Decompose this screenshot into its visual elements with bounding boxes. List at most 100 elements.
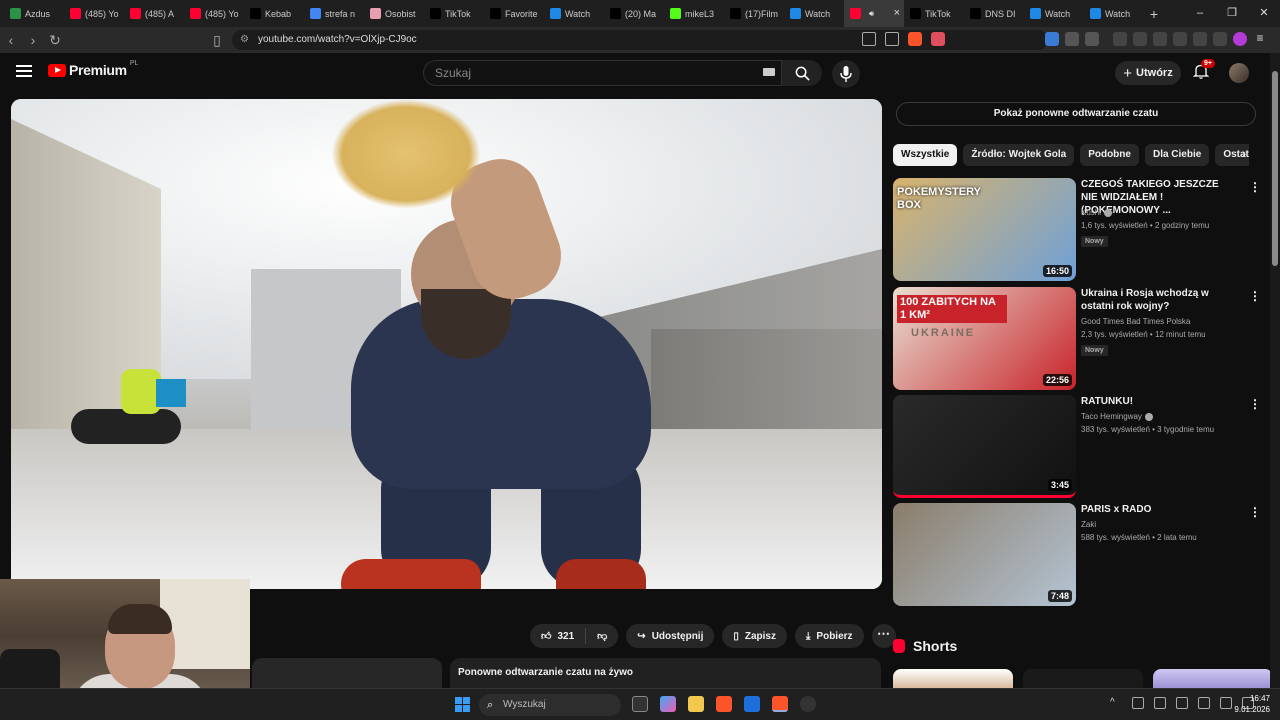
task-view-icon[interactable] <box>632 696 648 712</box>
more-vert-icon[interactable]: ⋮ <box>1249 289 1261 303</box>
tab[interactable]: (20) Ma <box>604 0 664 27</box>
video-player[interactable] <box>11 99 882 589</box>
tray-network-icon[interactable] <box>1220 697 1232 709</box>
reading-list-icon[interactable] <box>1085 32 1099 46</box>
channel-name[interactable]: Zaki <box>1081 520 1096 529</box>
brave-shields-icon[interactable] <box>908 32 922 46</box>
window-close-icon[interactable]: ✕ <box>1248 0 1280 27</box>
more-vert-icon[interactable]: ⋮ <box>1249 180 1261 194</box>
voice-search-button[interactable] <box>832 60 860 88</box>
show-chat-replay-button[interactable]: Pokaż ponowne odtwarzanie czatu <box>896 102 1256 126</box>
video-thumbnail[interactable]: 100 ZABITYCH NA 1 KM² UKRAINE 22:56 <box>893 287 1076 390</box>
short-thumbnail[interactable] <box>1153 669 1273 689</box>
more-vert-icon[interactable]: ⋮ <box>1249 505 1261 519</box>
restore-icon[interactable]: ❐ <box>1216 0 1248 27</box>
share-page-icon[interactable] <box>885 32 899 46</box>
more-vert-icon[interactable]: ⋮ <box>1249 397 1261 411</box>
forward-icon[interactable]: › <box>22 32 44 48</box>
scrollbar-thumb[interactable] <box>1272 71 1278 266</box>
brave-icon[interactable] <box>716 696 732 712</box>
copilot-icon[interactable] <box>660 696 676 712</box>
extensions-puzzle-icon[interactable] <box>1065 32 1079 46</box>
tab[interactable]: Azdus <box>4 0 64 27</box>
youtube-premium-logo[interactable]: Premium PL <box>48 60 138 78</box>
reload-icon[interactable]: ↻ <box>44 32 66 49</box>
tab[interactable]: strefa n <box>304 0 364 27</box>
tray-display-icon[interactable] <box>1176 697 1188 709</box>
bookmark-icon[interactable]: ▯ <box>206 32 228 49</box>
recommended-video[interactable]: 100 ZABITYCH NA 1 KM² UKRAINE 22:56 Ukraina… <box>893 287 1273 391</box>
tray-mic-icon[interactable] <box>1198 697 1210 709</box>
speaker-icon[interactable]: 🔊︎ <box>869 9 874 19</box>
sidebar-icon[interactable] <box>1153 32 1167 46</box>
live-chat-replay-panel[interactable]: Ponowne odtwarzanie czatu na żywo <box>450 658 881 688</box>
search-input[interactable]: Szukaj <box>423 60 782 86</box>
tab[interactable]: Favorite <box>484 0 544 27</box>
account-avatar[interactable] <box>1229 63 1249 83</box>
download-icon[interactable] <box>1113 32 1127 46</box>
app-icon[interactable] <box>800 696 816 712</box>
channel-name[interactable]: Taco Hemingway <box>1081 412 1153 421</box>
brave-rewards-icon[interactable] <box>931 32 945 46</box>
minimize-icon[interactable]: – <box>1184 0 1216 27</box>
short-thumbnail[interactable] <box>1023 669 1143 689</box>
filter-chip[interactable]: Źródło: Wojtek Gola <box>963 144 1075 166</box>
recommended-video[interactable]: 3:45 RATUNKU! Taco Hemingway 383 tys. wyświ… <box>893 395 1273 499</box>
tab[interactable]: Watch <box>1024 0 1084 27</box>
leo-icon[interactable] <box>1193 32 1207 46</box>
tab[interactable]: TikTok <box>904 0 964 27</box>
close-tab-icon[interactable]: × <box>894 7 900 19</box>
save-button[interactable]: ▯ Zapisz <box>722 624 787 648</box>
browser-menu-icon[interactable]: ≡ <box>1253 32 1267 46</box>
site-settings-icon[interactable]: ⚙ <box>240 30 249 50</box>
share-button[interactable]: ↪ Udostępnij <box>626 624 715 648</box>
hamburger-menu-icon[interactable] <box>16 65 32 77</box>
tab[interactable]: Osobist <box>364 0 424 27</box>
extension-icon[interactable] <box>1045 32 1059 46</box>
like-button[interactable]: 👍︎ 321 <box>530 624 585 648</box>
video-title[interactable]: RATUNKU! <box>1081 395 1231 408</box>
tab[interactable]: Watch <box>544 0 604 27</box>
page-scrollbar[interactable] <box>1270 53 1280 688</box>
tab[interactable]: TikTok <box>424 0 484 27</box>
store-icon[interactable] <box>744 696 760 712</box>
video-thumbnail[interactable]: 3:45 <box>893 395 1076 498</box>
tray-chevron-up-icon[interactable]: ^ <box>1110 697 1122 709</box>
tray-cloud-icon[interactable] <box>1154 697 1166 709</box>
download-button[interactable]: ⤓ Pobierz <box>795 624 864 648</box>
tab-active[interactable]: 🔊︎ × <box>844 0 904 27</box>
filter-chip[interactable]: Podobne <box>1080 144 1139 166</box>
vpn-icon[interactable] <box>1213 32 1227 46</box>
video-thumbnail[interactable]: 7:48 <box>893 503 1076 606</box>
recommended-video[interactable]: POKEMYSTERY BOX 16:50 CZEGOŚ TAKIEGO JESZC… <box>893 178 1273 282</box>
channel-name[interactable]: Good Times Bad Times Polska <box>1081 317 1190 326</box>
taskbar-search-input[interactable]: ⌕ Wyszukaj <box>479 694 621 716</box>
keyboard-icon[interactable] <box>763 68 775 76</box>
short-thumbnail[interactable] <box>893 669 1013 689</box>
tab[interactable]: (485) Yo <box>64 0 124 27</box>
tab[interactable]: Watch <box>784 0 844 27</box>
wallet-icon[interactable] <box>1173 32 1187 46</box>
create-button[interactable]: + Utwórz <box>1115 61 1181 85</box>
tab[interactable]: DNS DI <box>964 0 1024 27</box>
tab[interactable]: (17)Film <box>724 0 784 27</box>
new-tab-icon[interactable]: + <box>1144 6 1164 22</box>
back-icon[interactable]: ‹ <box>0 32 22 48</box>
file-explorer-icon[interactable] <box>688 696 704 712</box>
video-title[interactable]: Ukraina i Rosja wchodzą w ostatni rok wo… <box>1081 287 1231 313</box>
tab[interactable]: Kebab <box>244 0 304 27</box>
more-actions-button[interactable]: ⋯ <box>871 624 896 648</box>
description-box[interactable] <box>252 658 442 688</box>
tab[interactable]: mikeL3 <box>664 0 724 27</box>
tab[interactable]: Watch <box>1084 0 1144 27</box>
video-title[interactable]: PARIS x RADO <box>1081 503 1231 516</box>
chevron-right-icon[interactable]: › <box>1236 146 1252 164</box>
system-clock[interactable]: 16:47 9.01.2026 <box>1232 693 1270 715</box>
channel-name[interactable]: Kushi <box>1081 208 1113 217</box>
dislike-button[interactable]: 👎︎ <box>586 624 618 648</box>
filter-chip[interactable]: Wszystkie <box>893 144 958 166</box>
tray-sync-icon[interactable] <box>1132 697 1144 709</box>
video-thumbnail[interactable]: POKEMYSTERY BOX 16:50 <box>893 178 1076 281</box>
search-button[interactable] <box>782 60 822 86</box>
filter-chip[interactable]: Dla Ciebie <box>1144 144 1210 166</box>
